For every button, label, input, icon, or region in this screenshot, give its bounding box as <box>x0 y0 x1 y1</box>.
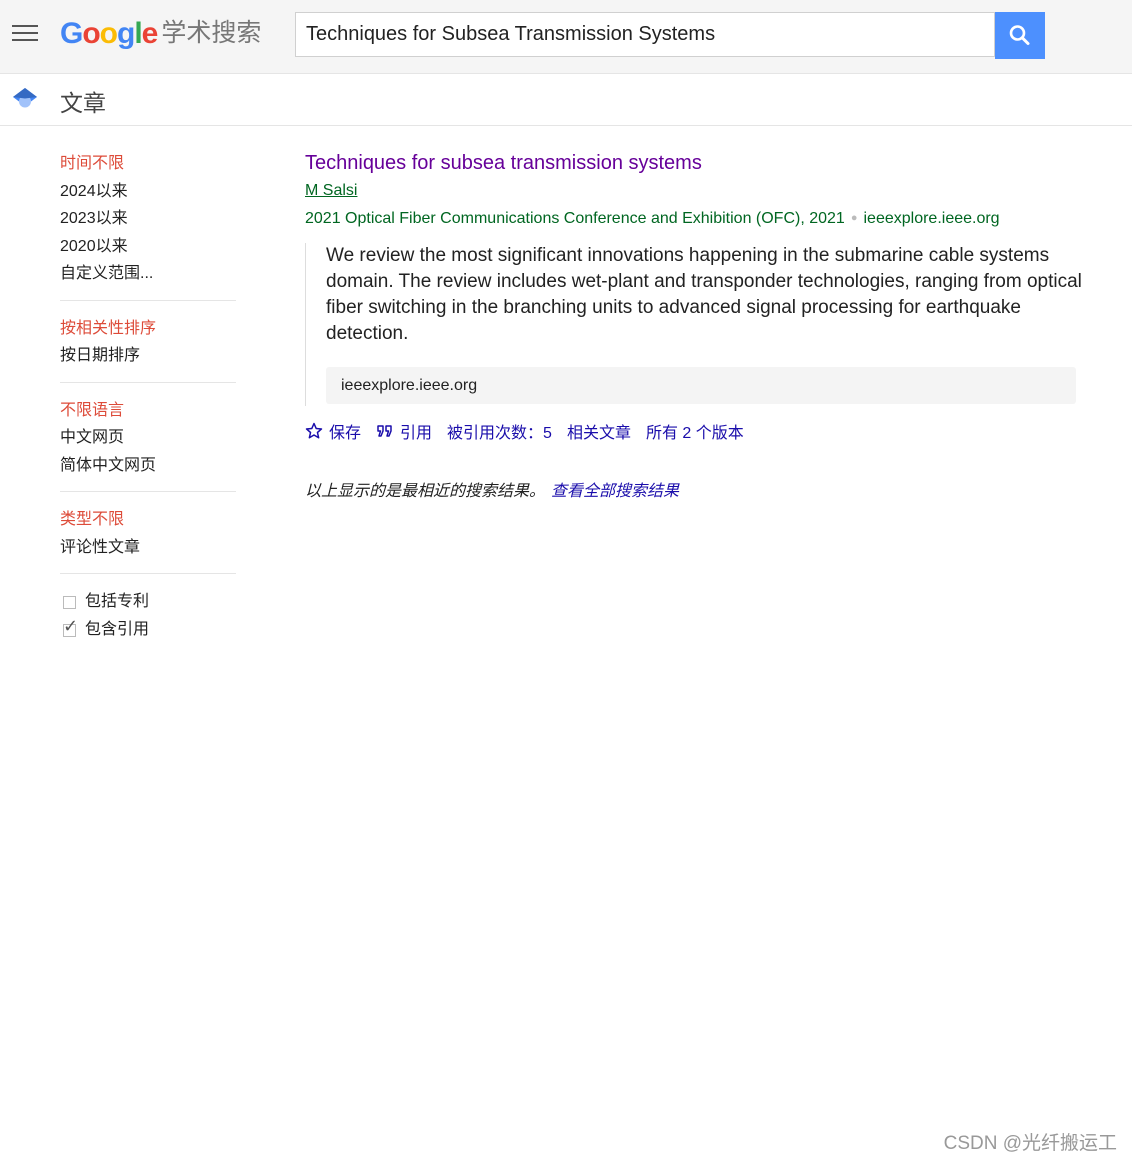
logo-letter-1: G <box>60 17 83 50</box>
separator-dot-icon: ● <box>850 212 858 224</box>
google-scholar-logo[interactable]: Google 学术搜索 <box>60 13 261 53</box>
divider <box>60 299 236 301</box>
search-button[interactable] <box>995 12 1045 59</box>
sort-by-date[interactable]: 按日期排序 <box>60 342 236 370</box>
search-icon <box>1009 25 1030 45</box>
results-note: 以上显示的是最相近的搜索结果。 查看全部搜索结果 <box>305 477 1085 501</box>
divider <box>60 491 236 492</box>
include-patents-checkbox[interactable] <box>63 595 76 609</box>
search-box <box>295 12 995 57</box>
hamburger-menu-icon[interactable] <box>12 25 38 43</box>
related-articles-link[interactable]: 相关文章 <box>567 419 631 443</box>
result-abstract-block: We review the most significant innovatio… <box>305 243 1085 406</box>
include-patents-label: 包括专利 <box>85 593 150 610</box>
result-venue: 2021 Optical Fiber Communications Confer… <box>305 210 845 227</box>
filter-language-any[interactable]: 不限语言 <box>60 397 236 425</box>
view-all-results-link[interactable]: 查看全部搜索结果 <box>551 483 679 500</box>
logo-letter-5: l <box>134 17 142 50</box>
top-bar: Google 学术搜索 <box>0 0 1132 74</box>
result-domain-link[interactable]: ieeexplore.ieee.org <box>863 210 999 227</box>
result-author-link[interactable]: M Salsi <box>305 178 357 204</box>
cited-by-link[interactable]: 被引用次数：5 <box>447 419 552 443</box>
logo-letter-6: e <box>141 17 159 50</box>
result-actions: 保存 引用 被引用次数：5 相关文章 所有 2 个版本 <box>305 419 1085 443</box>
result-source-link[interactable]: ieeexplore.ieee.org <box>326 367 1076 404</box>
result-abstract: We review the most significant innovatio… <box>326 245 1082 344</box>
filter-type-any[interactable]: 类型不限 <box>60 506 236 534</box>
divider <box>60 381 236 383</box>
include-citations-checkbox[interactable]: ✓ <box>63 617 78 637</box>
filter-since-2023[interactable]: 2023以来 <box>60 205 236 233</box>
scholar-cap-icon <box>13 88 37 108</box>
checkmark-icon: ✓ <box>63 615 79 636</box>
filter-chinese-pages[interactable]: 中文网页 <box>60 424 236 452</box>
logo-letter-2: o <box>82 17 100 50</box>
filter-custom-range[interactable]: 自定义范围... <box>60 260 236 288</box>
include-patents-option[interactable]: 包括专利 <box>60 588 236 616</box>
filter-time-any[interactable]: 时间不限 <box>60 150 236 178</box>
sub-bar: 文章 <box>0 74 1132 126</box>
sort-by-relevance[interactable]: 按相关性排序 <box>60 315 236 343</box>
filter-since-2024[interactable]: 2024以来 <box>60 178 236 206</box>
save-button[interactable]: 保存 <box>305 419 361 443</box>
cite-button[interactable]: 引用 <box>376 419 432 443</box>
logo-letter-3: o <box>99 17 118 50</box>
filter-sidebar: 时间不限 2024以来 2023以来 2020以来 自定义范围... 按相关性排… <box>60 150 236 644</box>
all-versions-link[interactable]: 所有 2 个版本 <box>646 419 744 443</box>
logo-suffix: 学术搜索 <box>161 19 262 47</box>
watermark: CSDN @光纤搬运工 <box>943 1133 1117 1154</box>
quote-icon <box>377 425 392 437</box>
include-citations-option[interactable]: ✓ 包含引用 <box>60 616 236 644</box>
search-result: Techniques for subsea transmission syste… <box>305 148 1085 501</box>
page-title: 文章 <box>60 90 106 116</box>
filter-simplified-chinese-pages[interactable]: 简体中文网页 <box>60 452 236 480</box>
cite-label: 引用 <box>400 425 433 442</box>
star-icon <box>305 422 323 439</box>
include-citations-label: 包含引用 <box>85 621 150 638</box>
filter-review-articles[interactable]: 评论性文章 <box>60 534 236 562</box>
search-input[interactable] <box>296 13 994 56</box>
save-label: 保存 <box>329 425 362 442</box>
result-meta: 2021 Optical Fiber Communications Confer… <box>305 204 1085 233</box>
results-note-text: 以上显示的是最相近的搜索结果。 <box>305 483 546 500</box>
filter-since-2020[interactable]: 2020以来 <box>60 233 236 261</box>
result-title-link[interactable]: Techniques for subsea transmission syste… <box>305 148 702 178</box>
divider <box>60 573 236 574</box>
logo-letter-4: g <box>117 17 135 50</box>
